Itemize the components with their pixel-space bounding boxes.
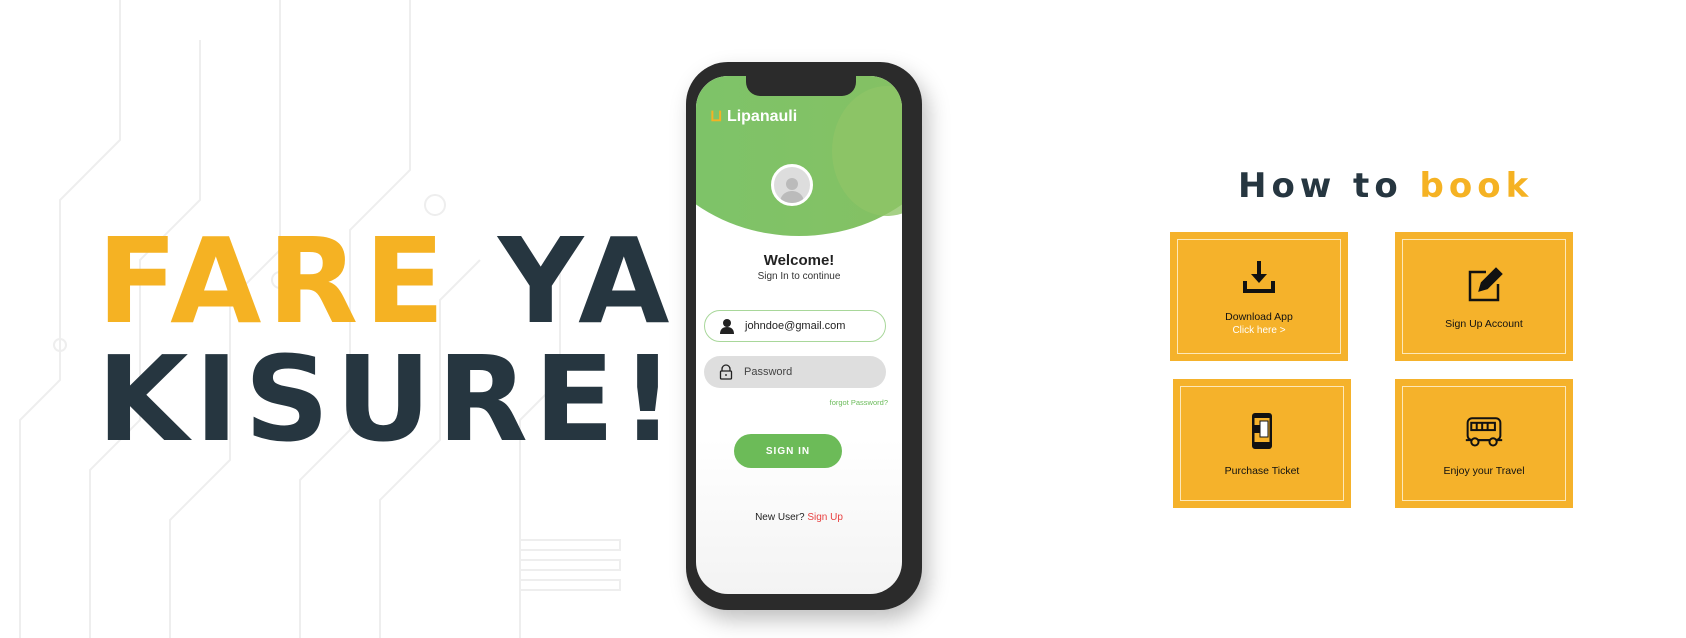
- hero-line-1: FARE YA: [97, 212, 676, 350]
- avatar-icon: [771, 164, 813, 206]
- download-app-link[interactable]: Click here >: [1232, 325, 1285, 336]
- forgot-password-link[interactable]: forgot Password?: [830, 398, 888, 407]
- welcome-title: Welcome!: [763, 252, 835, 269]
- user-icon: [720, 319, 734, 334]
- hero-line-2: KISURE!: [97, 330, 681, 468]
- step-sign-up-account[interactable]: Sign Up Account: [1395, 232, 1573, 361]
- step-enjoy-travel[interactable]: Enjoy your Travel: [1395, 379, 1573, 508]
- email-field[interactable]: johndoe@gmail.com: [704, 310, 886, 342]
- step-download-app[interactable]: Download App Click here >: [1170, 232, 1348, 361]
- new-user-prompt: New User? Sign Up: [755, 512, 843, 523]
- lock-icon: [719, 364, 733, 380]
- sign-up-link[interactable]: Sign Up: [807, 512, 843, 523]
- mobile-ticket-icon: [1252, 412, 1272, 449]
- password-field[interactable]: Password: [704, 356, 886, 388]
- edit-icon: [1468, 266, 1503, 301]
- bus-icon: [1465, 416, 1503, 447]
- app-logo: ⊔ Lipanauli: [710, 108, 798, 125]
- download-icon: [1243, 261, 1275, 293]
- welcome-subtitle: Sign In to continue: [757, 271, 841, 282]
- sign-in-button[interactable]: SIGN IN: [734, 434, 842, 468]
- how-to-book-title: How to book: [1238, 166, 1534, 206]
- step-purchase-ticket[interactable]: Purchase Ticket: [1173, 379, 1351, 508]
- phone-mockup: ⊔ Lipanauli Welcome! Sign In to continue…: [686, 62, 922, 610]
- phone-notch: [746, 76, 856, 96]
- phone-screen: ⊔ Lipanauli Welcome! Sign In to continue…: [696, 76, 902, 594]
